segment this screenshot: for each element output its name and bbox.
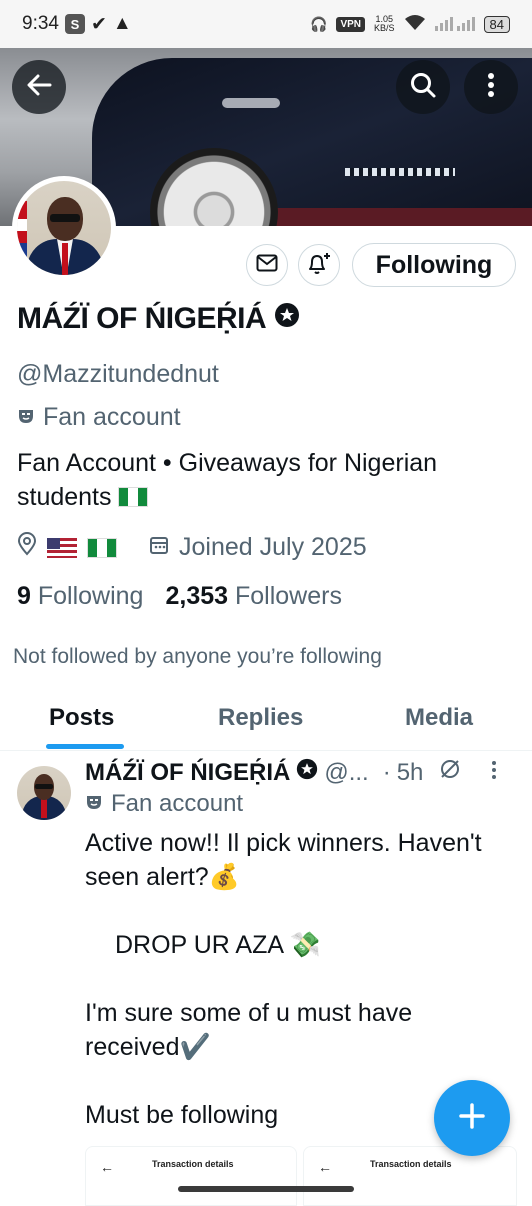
post-image-attachment[interactable]: ← Transaction details [303, 1146, 517, 1206]
avatar-image [17, 181, 111, 275]
wifi-icon [404, 14, 426, 35]
mask-icon [17, 403, 35, 432]
message-button[interactable] [246, 244, 288, 286]
profile-bio: Fan Account • Giveaways for Nigerian stu… [17, 446, 517, 514]
mutual-followers-note: Not followed by anyone you’re following [13, 645, 382, 668]
post-separator: · [382, 758, 391, 786]
profile-tabs: Posts Replies Media [0, 690, 532, 751]
post-category-label: Fan account [111, 790, 244, 817]
calendar-icon [149, 533, 169, 562]
more-vertical-icon [487, 72, 495, 103]
attachment-title: Transaction details [152, 1159, 234, 1169]
profile-handle: @Mazzitundednut [17, 360, 219, 388]
profile-category: Fan account [17, 403, 181, 432]
search-button[interactable] [396, 60, 450, 114]
s-app-icon: S [64, 14, 85, 34]
post-image-attachment[interactable]: ← Transaction details [85, 1146, 297, 1206]
plus-icon [458, 1102, 486, 1135]
following-button[interactable]: Following [352, 243, 516, 287]
attachment-title: Transaction details [370, 1159, 452, 1169]
grok-icon[interactable] [439, 758, 461, 787]
profile-meta: Joined July 2025 [17, 532, 367, 563]
status-bar: 9:34 S ✔ ▲ 🎧 VPN 1.05 KB/S 84 [0, 0, 532, 48]
followers-label: Followers [234, 582, 342, 610]
followers-count: 2,353 [165, 582, 229, 610]
location-pin-icon [17, 532, 37, 563]
tab-media[interactable]: Media [405, 704, 473, 732]
profile-display-name: MÁŹÏ OF ŃIGEṚ́IÁ [17, 302, 300, 336]
banner-car-stripe [240, 208, 532, 226]
vpn-icon: VPN [336, 16, 366, 32]
following-count: 9 [17, 582, 31, 610]
active-tab-indicator [46, 744, 124, 749]
bell-plus-icon [306, 251, 332, 280]
display-name-text: MÁŹÏ OF ŃIGEṚ́IÁ [17, 302, 267, 335]
mask-icon [85, 790, 103, 818]
follow-counts: 9 Following 2,353 Followers [17, 582, 342, 611]
post-author-category: Fan account [85, 790, 243, 818]
post-time[interactable]: 5h [397, 759, 424, 787]
following-label: Following [37, 582, 144, 610]
drive-icon: ▲ [112, 13, 132, 34]
notifications-button[interactable] [298, 244, 340, 286]
arrow-left-icon [26, 74, 52, 101]
post-author-avatar[interactable] [17, 766, 71, 820]
more-options-button[interactable] [464, 60, 518, 114]
banner-car-handle [222, 98, 280, 108]
following-count-link[interactable]: 9 Following [17, 582, 143, 611]
network-speed: 1.05 KB/S [374, 15, 395, 33]
clock: 9:34 [22, 13, 59, 34]
post-line: Active now!! Il pick winners. Haven't se… [85, 829, 482, 891]
joined-date: Joined July 2025 [179, 533, 367, 561]
nigeria-flag-icon [118, 487, 149, 507]
post-header: MÁŹÏ OF ŃIGEṚ́IÁ @... · 5h [85, 758, 497, 787]
bio-text: Fan Account • Giveaways for Nigerian stu… [17, 449, 438, 511]
tab-posts[interactable]: Posts [49, 704, 114, 732]
battery-icon: 84 [483, 15, 510, 33]
category-label: Fan account [43, 403, 181, 431]
speed-unit: KB/S [374, 23, 395, 33]
nigeria-flag-icon [87, 537, 117, 558]
verified-badge-icon [296, 758, 318, 787]
post-more-icon[interactable] [491, 759, 497, 787]
post-line: I'm sure some of u must have received✔️ [85, 999, 413, 1061]
arrow-left-icon: ← [100, 1159, 114, 1175]
followers-count-link[interactable]: 2,353 Followers [165, 582, 342, 611]
check-icon: ✔ [90, 13, 107, 35]
verified-badge-icon [274, 302, 300, 336]
signal-icon [434, 15, 475, 34]
compose-post-button[interactable] [434, 1080, 510, 1156]
arrow-left-icon: ← [318, 1159, 332, 1175]
banner-car-light [345, 168, 455, 176]
tab-replies[interactable]: Replies [218, 704, 303, 732]
post-author-handle[interactable]: @... [324, 759, 368, 787]
us-flag-icon [47, 537, 77, 558]
headphones-icon: 🎧 [310, 15, 328, 32]
envelope-icon [256, 254, 278, 277]
profile-avatar[interactable] [12, 176, 116, 280]
post-author-name[interactable]: MÁŹÏ OF ŃIGEṚ́IÁ [85, 759, 290, 787]
gesture-nav-bar[interactable] [178, 1186, 354, 1192]
search-icon [409, 71, 437, 104]
back-button[interactable] [12, 60, 66, 114]
post-line: DROP UR AZA 💸 [115, 931, 321, 959]
